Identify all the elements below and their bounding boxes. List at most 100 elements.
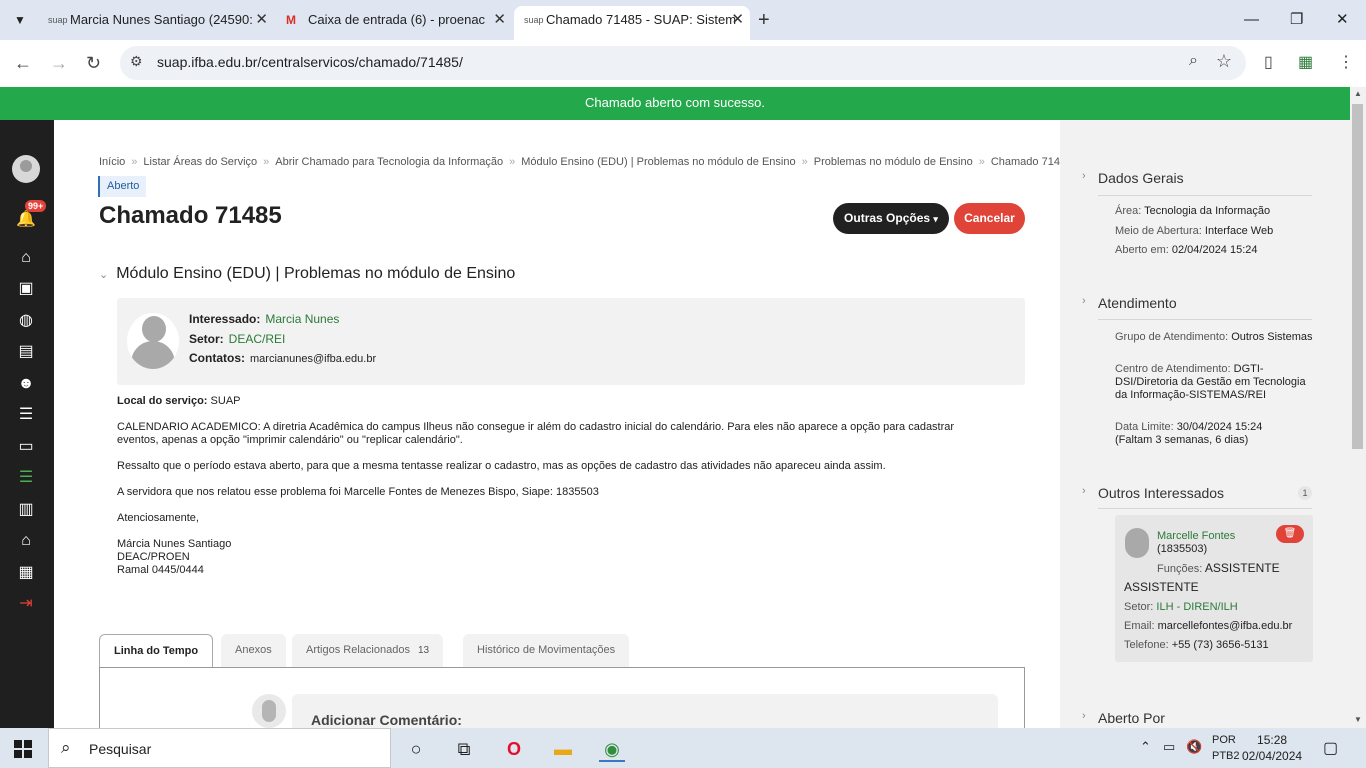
service-section-header[interactable]: ⌄ Módulo Ensino (EDU) | Problemas no módu… (99, 265, 515, 283)
outros-interessados-header[interactable]: › Outros Interessados (1082, 485, 1224, 501)
page-scrollbar[interactable]: ▲ ▼ (1350, 87, 1366, 728)
status-badge: Aberto (98, 176, 147, 197)
chart-icon[interactable]: ▥ (16, 500, 36, 520)
local-servico: Local do serviço: SUAP (117, 395, 241, 407)
interessado-link[interactable]: Marcia Nunes (265, 312, 339, 326)
notification-center-icon[interactable]: ▢ (1323, 738, 1338, 758)
breadcrumb-item[interactable]: Problemas no módulo de Ensino (814, 156, 973, 168)
tab-marcia[interactable]: suap Marcia Nunes Santiago (24590: ✕ (38, 6, 274, 40)
breadcrumb-item[interactable]: Abrir Chamado para Tecnologia da Informa… (275, 156, 503, 168)
interested-name-link[interactable]: Marcelle Fontes (1157, 530, 1235, 542)
meio-abertura-row: Meio de Abertura: Interface Web (1115, 225, 1274, 237)
requester-avatar (127, 313, 179, 369)
logout-icon[interactable]: ⇥ (16, 594, 36, 614)
new-tab-button[interactable]: + (758, 8, 770, 32)
user-avatar[interactable] (12, 155, 40, 183)
globe-icon[interactable]: ◍ (16, 311, 36, 331)
add-comment-box[interactable]: Adicionar Comentário: (292, 694, 998, 728)
laptop-icon[interactable]: ▭ (16, 437, 36, 457)
description-p1: CALENDARIO ACADEMICO: A diretria Acadêmi… (117, 421, 955, 446)
signature-ramal: Ramal 0445/0444 (117, 564, 204, 576)
aberto-em-row: Aberto em: 02/04/2024 15:24 (1115, 244, 1258, 256)
atendimento-header[interactable]: › Atendimento (1082, 295, 1177, 311)
tab-historico[interactable]: Histórico de Movimentações (463, 634, 630, 667)
cancel-button[interactable]: Cancelar (954, 203, 1025, 234)
windows-start-icon[interactable] (14, 740, 32, 758)
site-settings-icon[interactable]: ⚙ (130, 53, 143, 70)
breadcrumb-separator-icon: » (978, 156, 985, 168)
breadcrumb-item[interactable]: Módulo Ensino (EDU) | Problemas no módul… (521, 156, 795, 168)
close-window-button[interactable]: ✕ (1336, 6, 1349, 34)
close-icon[interactable]: ✕ (493, 6, 506, 34)
clock[interactable]: 15:28 02/04/2024 (1242, 732, 1302, 764)
breadcrumb-item[interactable]: Listar Áreas do Serviço (143, 156, 257, 168)
url-text[interactable]: suap.ifba.edu.br/centralservicos/chamado… (157, 54, 463, 70)
volume-muted-icon[interactable]: 🔇 (1186, 739, 1202, 755)
menu-kebab-icon[interactable]: ⋮ (1338, 52, 1354, 72)
setor-row: Setor: ILH - DIREN/ILH (1124, 601, 1238, 613)
tab-gmail[interactable]: M Caixa de entrada (6) - proenac ✕ (276, 6, 512, 40)
scroll-up-icon[interactable]: ▲ (1354, 89, 1362, 98)
other-options-button[interactable]: Outras Opções ▾ (833, 203, 949, 234)
tab-strip: ▼ suap Marcia Nunes Santiago (24590: ✕ MC… (0, 0, 1366, 40)
restore-button[interactable]: ❐ (1290, 6, 1303, 34)
show-hidden-icons-icon[interactable]: ⌃ (1140, 739, 1151, 755)
timeline-panel: Adicionar Comentário: (99, 667, 1025, 728)
bell-icon[interactable]: 🔔 (16, 210, 36, 230)
bookmark-star-icon[interactable]: ☆ (1216, 51, 1232, 72)
interested-siape: (1835503) (1157, 543, 1208, 555)
task-view-icon[interactable]: ⧉ (451, 736, 477, 762)
setor-link[interactable]: ILH - DIREN/ILH (1156, 601, 1237, 613)
scrollbar-thumb[interactable] (1352, 104, 1363, 449)
interessado-row: Interessado: Marcia Nunes (189, 312, 340, 326)
breadcrumb: Início » Listar Áreas do Serviço » Abrir Cha… (99, 156, 1060, 168)
chevron-right-icon: › (1082, 710, 1086, 722)
cortana-icon[interactable]: ○ (403, 736, 429, 762)
other-interested-card: 🗑 Marcelle Fontes (1835503) Funções: ASS… (1115, 515, 1313, 662)
opera-icon[interactable]: O (501, 736, 527, 762)
comment-avatar (252, 694, 286, 728)
dados-gerais-header[interactable]: › Dados Gerais (1082, 170, 1184, 186)
reload-icon[interactable]: ↻ (86, 52, 101, 74)
grupo-row: Grupo de Atendimento: Outros Sistemas (1115, 331, 1313, 343)
setor-link[interactable]: DEAC/REI (229, 332, 286, 346)
divider (1098, 319, 1312, 320)
aberto-por-header[interactable]: › Aberto Por (1082, 710, 1165, 726)
home-icon[interactable]: ⌂ (16, 248, 36, 268)
list-icon[interactable]: ☰ (16, 468, 36, 488)
close-icon[interactable]: ✕ (255, 6, 268, 34)
chrome-icon[interactable]: ◉ (599, 736, 625, 762)
profile-avatar-icon[interactable]: ▦ (1298, 52, 1313, 72)
requester-card: Interessado: Marcia Nunes Setor: DEAC/REI … (117, 298, 1025, 385)
calendar-check-icon[interactable]: ▦ (16, 563, 36, 583)
tab-linha-do-tempo[interactable]: Linha do Tempo (99, 634, 214, 668)
suap-favicon-icon: suap (524, 15, 544, 25)
users-icon[interactable]: ☻ (16, 374, 36, 394)
teacher-icon[interactable]: ▣ (16, 279, 36, 299)
taskbar-search[interactable]: ⌕ Pesquisar (48, 728, 391, 768)
battery-icon[interactable]: ▭ (1163, 739, 1175, 755)
chevron-down-icon: ⌄ (99, 269, 109, 281)
close-icon[interactable]: ✕ (731, 6, 744, 34)
side-panel-icon[interactable]: ▯ (1264, 52, 1273, 72)
back-icon[interactable]: ← (14, 52, 32, 74)
breadcrumb-separator-icon: » (263, 156, 270, 168)
language-indicator[interactable]: POR PTB2 (1212, 732, 1240, 764)
zoom-icon[interactable]: ⌕ (1189, 52, 1198, 70)
data-limite-row: Data Limite: 30/04/2024 15:24 (Faltam 3 s… (1115, 421, 1263, 446)
scroll-down-icon[interactable]: ▼ (1354, 715, 1362, 724)
file-explorer-icon[interactable]: ▬ (550, 736, 576, 762)
graduation-cap-icon[interactable]: ⌂ (16, 531, 36, 551)
browser-chrome: ▼ suap Marcia Nunes Santiago (24590: ✕ MC… (0, 0, 1366, 87)
briefcase-icon[interactable]: ▤ (16, 342, 36, 362)
breadcrumb-item[interactable]: Início (99, 156, 125, 168)
tasks-icon[interactable]: ☰ (16, 405, 36, 425)
tab-anexos[interactable]: Anexos (221, 634, 286, 667)
tab-chamado[interactable]: suap Chamado 71485 - SUAP: Sistem ✕ (514, 6, 750, 40)
address-bar[interactable]: ⚙ suap.ifba.edu.br/centralservicos/chama… (120, 46, 1246, 80)
tab-search-button[interactable]: ▼ (8, 8, 32, 32)
trash-icon[interactable]: 🗑 (1276, 525, 1304, 543)
forward-icon[interactable]: → (50, 52, 68, 74)
minimize-button[interactable]: — (1244, 6, 1259, 34)
tab-artigos-relacionados[interactable]: Artigos Relacionados 13 (292, 634, 444, 667)
